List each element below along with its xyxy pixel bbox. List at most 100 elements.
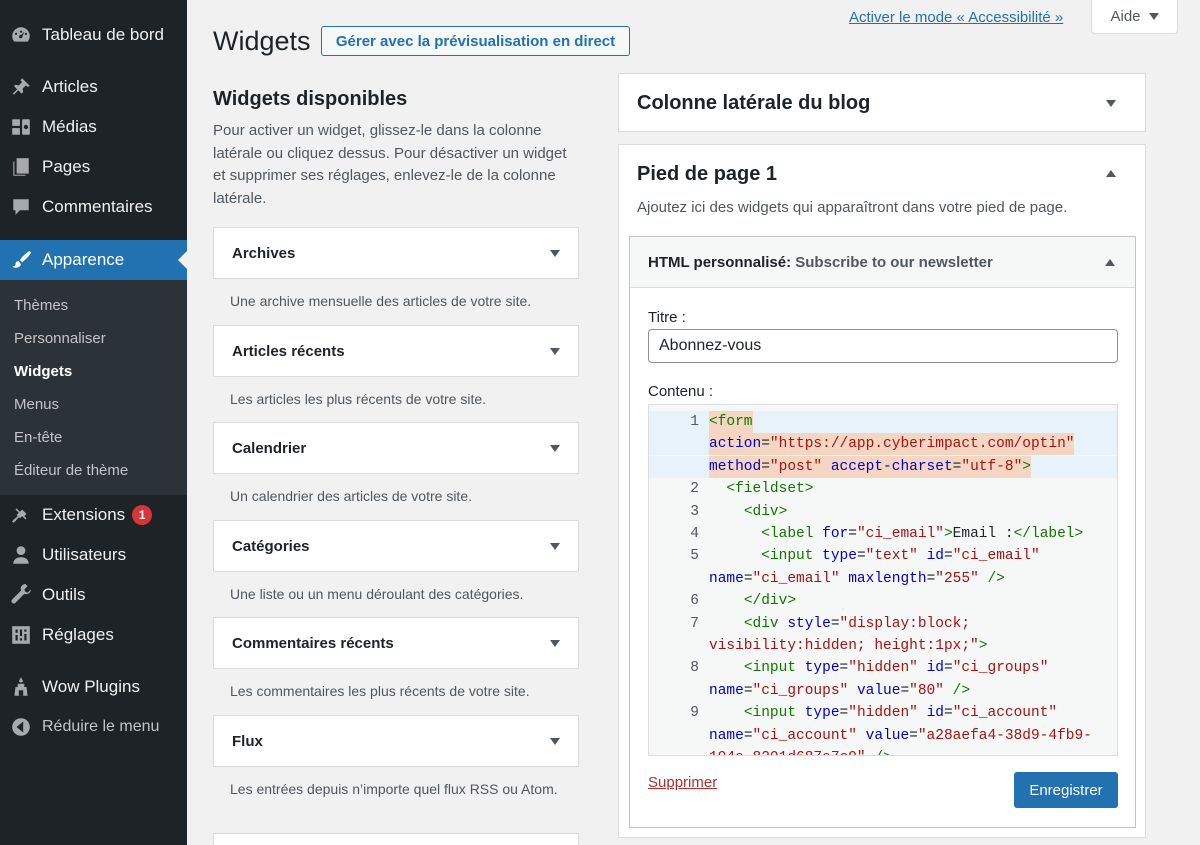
code-line: 5 <input type="text" id="ci_email"	[649, 545, 1117, 567]
collapse-arrow-icon	[0, 716, 42, 738]
menu-medias[interactable]: Médias	[0, 114, 187, 140]
line-number: 4	[690, 526, 699, 542]
menu-label: Wow Plugins	[42, 677, 140, 696]
comment-icon	[0, 196, 42, 218]
available-widgets-description: Pour activer un widget, glissez-le dans …	[213, 122, 567, 207]
code-line: visibility:hidden; height:1px;">	[649, 635, 1117, 657]
delete-link[interactable]: Supprimer	[648, 774, 717, 791]
menu-users[interactable]: Utilisateurs	[0, 542, 187, 568]
title-input[interactable]	[648, 329, 1118, 363]
line-number: 8	[690, 660, 699, 677]
widget-recent-posts[interactable]: Articles récents	[213, 325, 579, 377]
expand-arrow-icon[interactable]	[550, 444, 560, 452]
menu-tools[interactable]: Outils	[0, 582, 187, 608]
menu-wow-plugins[interactable]: Wow Plugins	[0, 674, 187, 700]
line-number: 2	[690, 481, 699, 498]
menu-label: Outils	[42, 585, 86, 604]
user-icon	[0, 544, 42, 566]
menu-label: Pages	[42, 157, 91, 176]
widget-next[interactable]	[213, 833, 579, 845]
widget-description: Une liste ou un menu déroulant des catég…	[230, 586, 524, 602]
code-text: method="post" accept-charset="utf-8">	[709, 455, 1031, 478]
code-line: action="https://app.cyberimpact.com/opti…	[649, 433, 1117, 456]
menu-pages[interactable]: Pages	[0, 154, 187, 180]
collapse-arrow-icon[interactable]	[1105, 258, 1115, 266]
menu-label: Réglages	[42, 625, 114, 644]
line-number: 1	[690, 414, 699, 430]
menu-dashboard[interactable]: Tableau de bord	[0, 22, 187, 48]
expand-arrow-icon[interactable]	[550, 249, 560, 257]
menu-label: Articles	[42, 77, 98, 96]
code-line: 2 <fieldset>	[649, 478, 1117, 500]
expand-arrow-icon[interactable]	[550, 737, 560, 745]
widget-description: Une archive mensuelle des articles de vo…	[230, 293, 532, 309]
menu-label: Apparence	[42, 250, 125, 269]
help-dropdown-icon	[1148, 13, 1159, 20]
widget-title: Catégories	[232, 537, 310, 555]
code-text: name="ci_groups" value="80" />	[709, 682, 971, 699]
live-preview-button[interactable]: Gérer avec la prévisualisation en direct	[321, 26, 630, 56]
code-line: name="ci_groups" value="80" />	[649, 680, 1117, 702]
line-number: 9	[690, 705, 699, 722]
dashboard-icon	[0, 24, 42, 46]
code-line: 6 </div>	[649, 590, 1117, 612]
media-icon	[0, 116, 42, 138]
code-line: 8 <input type="hidden" id="ci_groups"	[649, 657, 1117, 679]
submenu-menus[interactable]: Menus	[14, 396, 59, 413]
menu-apparence[interactable]: Apparence	[0, 240, 187, 280]
menu-comments[interactable]: Commentaires	[0, 194, 187, 220]
widget-archives[interactable]: Archives	[213, 227, 579, 279]
code-line: 9 <input type="hidden" id="ci_account"	[649, 702, 1117, 724]
widget-calendar[interactable]: Calendrier	[213, 422, 579, 474]
code-line: name="ci_account" value="a28aefa4-38d9-4…	[649, 725, 1117, 747]
code-editor[interactable]: 1 <form action="https://app.cyberimpact.co…	[648, 404, 1118, 756]
widget-title: Articles récents	[232, 342, 345, 360]
submenu-widgets[interactable]: Widgets	[14, 363, 72, 380]
menu-label: Tableau de bord	[42, 25, 164, 44]
menu-label: Médias	[42, 117, 97, 136]
area-title[interactable]: Pied de page 1	[637, 163, 777, 186]
widget-recent-comments[interactable]: Commentaires récents	[213, 617, 579, 669]
admin-sidebar: Tableau de bord Articles Médias Pages Co…	[0, 0, 187, 845]
widget-categories[interactable]: Catégories	[213, 520, 579, 572]
menu-extensions[interactable]: Extensions 1	[0, 502, 187, 528]
code-text: <fieldset>	[726, 481, 814, 498]
save-button[interactable]: Enregistrer	[1014, 772, 1118, 808]
line-number: 7	[690, 615, 699, 632]
expand-arrow-icon[interactable]	[1106, 100, 1116, 107]
widget-description: Les commentaires les plus récents de vot…	[230, 683, 530, 699]
widget-header[interactable]: HTML personnalisé: Subscribe to our news…	[630, 237, 1135, 288]
submenu-themes[interactable]: Thèmes	[14, 297, 68, 314]
submenu-header[interactable]: En-tête	[14, 429, 62, 446]
line-number: 3	[690, 503, 699, 520]
menu-articles[interactable]: Articles	[0, 74, 187, 100]
area-blog-sidebar[interactable]: Colonne latérale du blog	[618, 73, 1146, 132]
submenu-customize[interactable]: Personnaliser	[14, 330, 106, 347]
plugin-icon	[0, 504, 42, 526]
help-button[interactable]: Aide	[1091, 0, 1178, 34]
wrench-icon	[0, 584, 42, 606]
widget-description: Les articles les plus récents de votre s…	[230, 391, 487, 407]
expand-arrow-icon[interactable]	[550, 347, 560, 355]
accessibility-mode-link[interactable]: Activer le mode « Accessibilité »	[849, 9, 1063, 26]
submenu-theme-editor[interactable]: Éditeur de thème	[14, 462, 128, 479]
widget-rss[interactable]: Flux	[213, 715, 579, 767]
collapse-arrow-icon[interactable]	[1106, 170, 1116, 177]
expand-arrow-icon[interactable]	[550, 639, 560, 647]
menu-settings[interactable]: Réglages	[0, 622, 187, 648]
code-line: 3 <div>	[649, 501, 1117, 523]
code-text: <input type="text" id="ci_email"	[761, 548, 1040, 565]
widget-description: Un calendrier des articles de votre site…	[230, 488, 472, 504]
code-line: 7 <div style="display:block;	[649, 613, 1117, 635]
menu-label: Utilisateurs	[42, 545, 127, 564]
code-text: visibility:hidden; height:1px;">	[709, 638, 988, 654]
widget-title: Flux	[232, 732, 263, 750]
menu-label: Commentaires	[42, 197, 153, 216]
expand-arrow-icon[interactable]	[550, 542, 560, 550]
collapse-menu[interactable]: Réduire le menu	[0, 714, 187, 740]
area-description: Ajoutez ici des widgets qui apparaîtront…	[637, 199, 1068, 216]
collapse-label: Réduire le menu	[42, 718, 160, 735]
help-label: Aide	[1110, 8, 1141, 25]
brush-icon	[0, 249, 42, 271]
settings-icon	[0, 624, 42, 646]
